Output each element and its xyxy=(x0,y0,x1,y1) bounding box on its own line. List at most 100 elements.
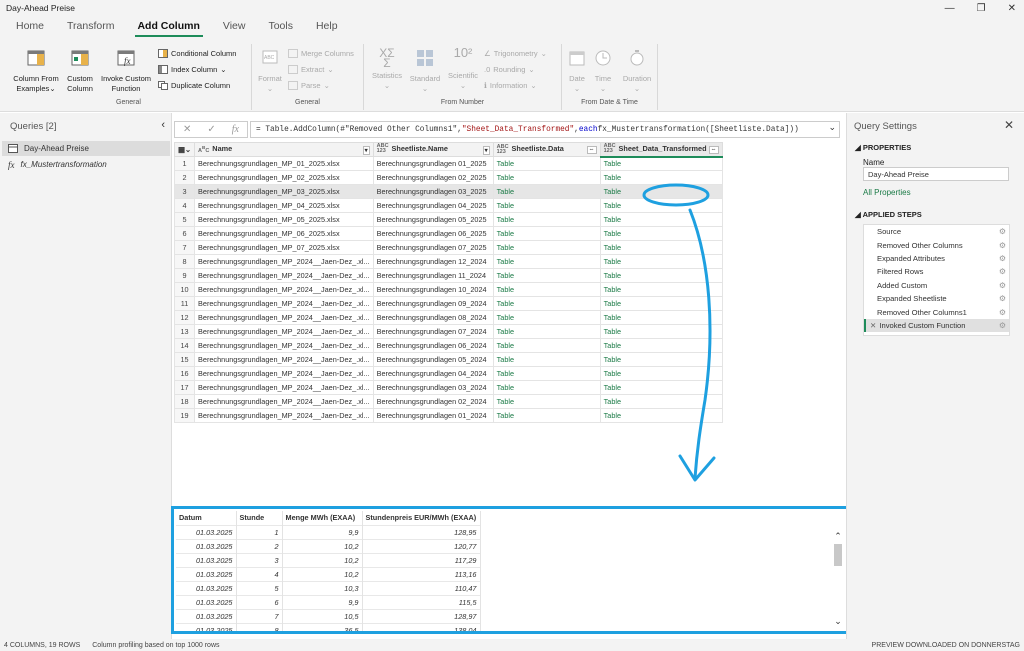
scientific-button[interactable]: 10² Scientific ⌄ xyxy=(444,46,482,91)
table-cell-link[interactable]: Table xyxy=(599,170,723,185)
applied-step[interactable]: Source ⚙ xyxy=(864,225,1009,238)
tab-transform[interactable]: Transform xyxy=(59,20,123,38)
table-cell-link[interactable]: Table xyxy=(492,380,601,395)
conditional-column-button[interactable]: Conditional Column xyxy=(158,49,236,58)
table-cell-link[interactable]: Table xyxy=(492,212,601,227)
table-cell-link[interactable]: Table xyxy=(492,170,601,185)
expand-icon[interactable]: ⇔ xyxy=(586,146,597,155)
table-cell-link[interactable]: Table xyxy=(599,226,723,241)
applied-step[interactable]: ✕ Invoked Custom Function ⚙ xyxy=(864,318,1009,333)
table-cell-link[interactable]: Table xyxy=(599,240,723,255)
duplicate-column-button[interactable]: Duplicate Column xyxy=(158,81,230,90)
table-row[interactable]: 5 Berechnungsgrundlagen_MP_05_2025.xlsx Be… xyxy=(173,212,723,227)
table-cell-link[interactable]: Table xyxy=(492,156,601,171)
table-cell-link[interactable]: Table xyxy=(599,184,723,199)
table-cell-link[interactable]: Table xyxy=(492,338,601,353)
tab-home[interactable]: Home xyxy=(8,20,53,38)
table-row[interactable]: 12 Berechnungsgrundlagen_MP_2024__Jaen-De… xyxy=(173,310,723,325)
gear-icon[interactable]: ⚙ xyxy=(999,267,1006,276)
table-cell-link[interactable]: Table xyxy=(599,198,723,213)
table-cell-link[interactable]: Table xyxy=(492,226,601,241)
scroll-up-icon[interactable]: ⌃ xyxy=(833,531,843,542)
table-cell-link[interactable]: Table xyxy=(492,324,601,339)
table-row[interactable]: 6 Berechnungsgrundlagen_MP_06_2025.xlsx Be… xyxy=(173,226,723,241)
table-cell-link[interactable]: Table xyxy=(492,198,601,213)
close-icon[interactable]: ✕ xyxy=(1008,3,1016,14)
all-properties-link[interactable]: All Properties xyxy=(863,188,911,197)
table-cell-link[interactable]: Table xyxy=(599,338,723,353)
cancel-icon[interactable]: ✕ xyxy=(183,124,191,135)
custom-column-button[interactable]: Custom Column xyxy=(62,48,98,94)
delete-step-icon[interactable]: ✕ xyxy=(870,321,876,330)
table-row[interactable]: 4 Berechnungsgrundlagen_MP_04_2025.xlsx Be… xyxy=(173,198,723,213)
parse-button[interactable]: Parse ⌄ xyxy=(288,81,330,90)
column-header-sheet-data-transformed[interactable]: ABC 123 Sheet_Data_Transformed ⇔ xyxy=(599,142,723,158)
table-row[interactable]: 14 Berechnungsgrundlagen_MP_2024__Jaen-De… xyxy=(173,338,723,353)
column-header-sheetliste-name[interactable]: ABC 123 Sheetliste.Name ▾ xyxy=(372,142,494,157)
applied-step[interactable]: Filtered Rows ⚙ xyxy=(864,265,1009,278)
table-row[interactable]: 19 Berechnungsgrundlagen_MP_2024__Jaen-De… xyxy=(173,408,723,423)
tab-tools[interactable]: Tools xyxy=(260,20,302,38)
applied-step[interactable]: Expanded Sheetliste ⚙ xyxy=(864,292,1009,305)
table-row[interactable]: 9 Berechnungsgrundlagen_MP_2024__Jaen-Dez… xyxy=(173,268,723,283)
table-cell-link[interactable]: Table xyxy=(599,408,723,423)
function-icon[interactable]: fx xyxy=(232,124,239,135)
table-cell-link[interactable]: Table xyxy=(599,394,723,409)
table-row[interactable]: 10 Berechnungsgrundlagen_MP_2024__Jaen-De… xyxy=(173,282,723,297)
formula-input[interactable]: = Table.AddColumn(#"Removed Other Column… xyxy=(250,121,840,138)
index-column-button[interactable]: Index Column ⌄ xyxy=(158,65,227,74)
rounding-button[interactable]: .0 Rounding ⌄ xyxy=(484,65,535,74)
scroll-thumb[interactable] xyxy=(834,544,842,566)
table-cell-link[interactable]: Table xyxy=(599,380,723,395)
trigonometry-button[interactable]: ∠ Trigonometry ⌄ xyxy=(484,49,547,58)
table-row[interactable]: 7 Berechnungsgrundlagen_MP_07_2025.xlsx Be… xyxy=(173,240,723,255)
table-cell-link[interactable]: Table xyxy=(492,394,601,409)
column-from-examples-button[interactable]: Column From Examples⌄ xyxy=(10,48,62,94)
table-row[interactable]: 16 Berechnungsgrundlagen_MP_2024__Jaen-De… xyxy=(173,366,723,381)
applied-step[interactable]: Removed Other Columns1 ⚙ xyxy=(864,305,1009,318)
time-button[interactable]: Time ⌄ xyxy=(590,48,616,94)
gear-icon[interactable]: ⚙ xyxy=(999,227,1006,236)
gear-icon[interactable]: ⚙ xyxy=(999,308,1006,317)
format-button[interactable]: ABC Format ⌄ xyxy=(254,48,286,94)
column-header-sheetliste-data[interactable]: ABC 123 Sheetliste.Data ⇔ xyxy=(492,142,601,157)
statistics-button[interactable]: XΣ Σ Statistics ⌄ xyxy=(368,47,406,91)
extract-button[interactable]: Extract ⌄ xyxy=(288,65,334,74)
table-cell-link[interactable]: Table xyxy=(599,254,723,269)
applied-step[interactable]: Expanded Attributes ⚙ xyxy=(864,252,1009,265)
preview-scrollbar[interactable]: ⌃ ⌄ xyxy=(833,531,843,626)
chevron-down-icon[interactable]: ⌄ xyxy=(828,122,836,133)
chevron-left-icon[interactable]: ‹ xyxy=(161,119,165,131)
gear-icon[interactable]: ⚙ xyxy=(999,321,1006,330)
table-cell-link[interactable]: Table xyxy=(492,366,601,381)
table-cell-link[interactable]: Table xyxy=(599,156,723,171)
table-cell-link[interactable]: Table xyxy=(599,366,723,381)
scroll-down-icon[interactable]: ⌄ xyxy=(833,616,843,627)
table-cell-link[interactable]: Table xyxy=(492,184,601,199)
table-cell-link[interactable]: Table xyxy=(599,296,723,311)
query-item-day-ahead-preise[interactable]: Day-Ahead Preise xyxy=(2,141,170,156)
table-row[interactable]: 18 Berechnungsgrundlagen_MP_2024__Jaen-De… xyxy=(173,394,723,409)
query-item-fx-mustertransformation[interactable]: fx fx_Mustertransformation xyxy=(2,157,170,172)
table-cell-link[interactable]: Table xyxy=(492,296,601,311)
filter-dropdown-icon[interactable]: ▾ xyxy=(482,146,490,155)
gear-icon[interactable]: ⚙ xyxy=(999,241,1006,250)
duration-button[interactable]: Duration ⌄ xyxy=(618,48,656,94)
query-name-field[interactable]: Day-Ahead Preise xyxy=(863,167,1009,181)
table-cell-link[interactable]: Table xyxy=(492,282,601,297)
table-row[interactable]: 13 Berechnungsgrundlagen_MP_2024__Jaen-De… xyxy=(173,324,723,339)
table-cell-link[interactable]: Table xyxy=(492,254,601,269)
table-cell-link[interactable]: Table xyxy=(599,212,723,227)
applied-step[interactable]: Removed Other Columns ⚙ xyxy=(864,238,1009,251)
table-row[interactable]: 3 Berechnungsgrundlagen_MP_03_2025.xlsx Be… xyxy=(173,184,723,199)
merge-columns-button[interactable]: Merge Columns xyxy=(288,49,354,58)
date-button[interactable]: Date ⌄ xyxy=(564,48,590,94)
table-row[interactable]: 1 Berechnungsgrundlagen_MP_01_2025.xlsx Be… xyxy=(173,156,723,171)
restore-icon[interactable]: ❐ xyxy=(977,3,986,14)
close-icon[interactable]: ✕ xyxy=(1004,118,1014,132)
table-cell-link[interactable]: Table xyxy=(599,310,723,325)
minimize-icon[interactable]: — xyxy=(945,3,955,14)
expand-icon[interactable]: ⇔ xyxy=(708,146,719,155)
gear-icon[interactable]: ⚙ xyxy=(999,281,1006,290)
table-row[interactable]: 2 Berechnungsgrundlagen_MP_02_2025.xlsx Be… xyxy=(173,170,723,185)
